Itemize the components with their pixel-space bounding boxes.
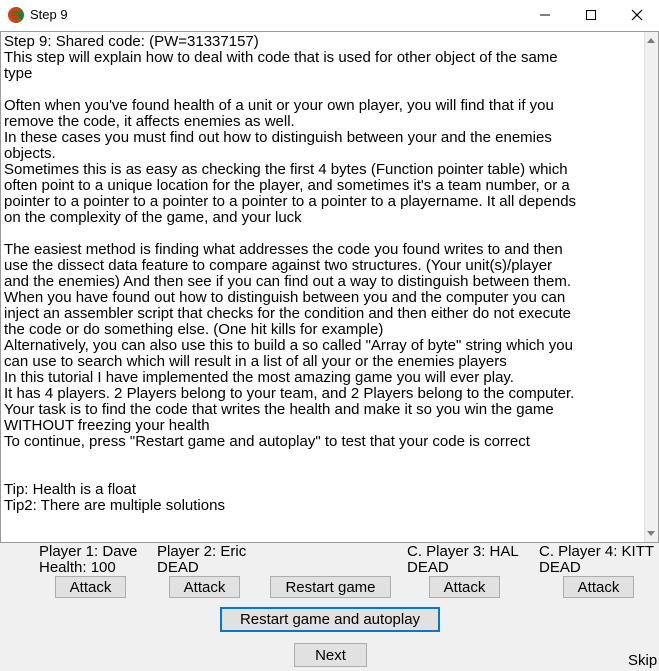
vertical-scrollbar[interactable] [644, 32, 658, 542]
window-title: Step 9 [30, 7, 68, 22]
cheat-engine-icon [8, 7, 24, 23]
tutorial-text: Step 9: Shared code: (PW=31337157) This … [4, 33, 577, 514]
attack-player-4-button[interactable]: Attack [563, 576, 634, 598]
close-icon [631, 9, 643, 21]
player-1-label: Player 1: Dave Health: 100 [39, 543, 138, 576]
restart-autoplay-button[interactable]: Restart game and autoplay [220, 607, 440, 632]
next-button[interactable]: Next [294, 643, 367, 667]
player-4-label: C. Player 4: KITT DEAD [539, 544, 655, 576]
restart-game-button[interactable]: Restart game [270, 576, 391, 598]
attack-player-2-button[interactable]: Attack [169, 576, 240, 598]
scroll-up-icon[interactable] [647, 38, 655, 43]
close-button[interactable] [614, 0, 659, 31]
player-2-label: Player 2: Eric DEAD [157, 543, 247, 576]
scroll-down-icon[interactable] [647, 531, 655, 536]
maximize-icon [586, 10, 596, 20]
tutorial-text-box[interactable]: Step 9: Shared code: (PW=31337157) This … [0, 31, 659, 543]
skip-link[interactable]: Skip [628, 653, 657, 669]
title-bar: Step 9 [0, 0, 659, 32]
player-3-label: C. Player 3: HAL DEAD [407, 543, 519, 576]
minimize-button[interactable] [522, 0, 568, 31]
minimize-icon [540, 14, 550, 16]
maximize-button[interactable] [568, 0, 614, 31]
attack-player-3-button[interactable]: Attack [429, 576, 500, 598]
attack-player-1-button[interactable]: Attack [55, 576, 126, 598]
